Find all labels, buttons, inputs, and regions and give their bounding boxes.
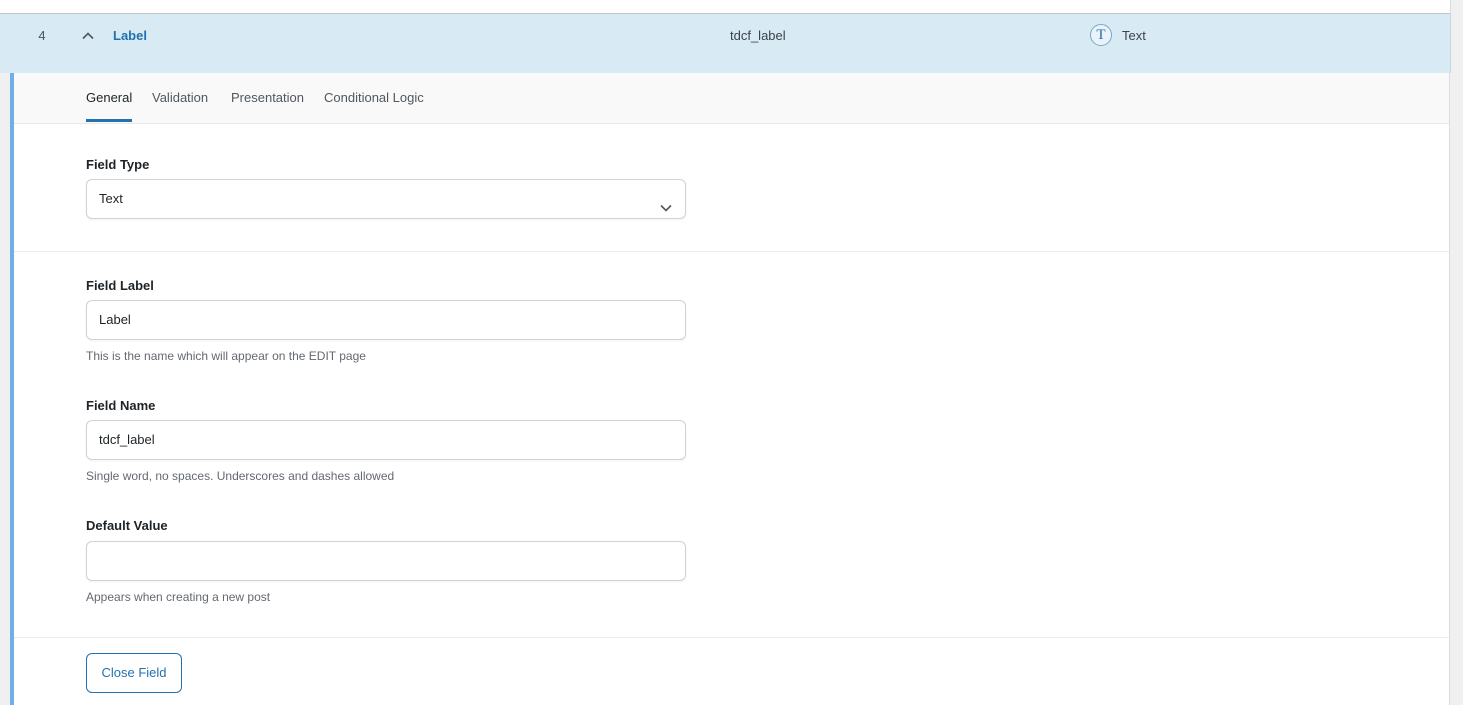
previous-field-row: [0, 0, 1451, 14]
field-name-value: tdcf_label: [730, 28, 786, 43]
chevron-down-icon: [659, 192, 673, 212]
field-type-value: Text: [1122, 28, 1146, 43]
field-label-link[interactable]: Label: [113, 27, 147, 45]
section-divider: [14, 251, 1449, 252]
chevron-up-icon[interactable]: [80, 28, 96, 44]
field-label-label: Field Label: [86, 278, 154, 293]
field-name-help: Single word, no spaces. Underscores and …: [86, 469, 395, 483]
field-label-help: This is the name which will appear on th…: [86, 349, 366, 363]
field-type-label: Field Type: [86, 157, 150, 172]
field-order-number: 4: [38, 28, 46, 43]
tab-general[interactable]: General: [86, 89, 133, 122]
section-divider: [14, 637, 1449, 638]
field-row-header[interactable]: 4 Label tdcf_label T Text: [0, 14, 1451, 73]
field-label-input[interactable]: Label: [86, 300, 686, 340]
tab-validation[interactable]: Validation: [152, 89, 208, 122]
field-settings-panel: General Validation Presentation Conditio…: [10, 73, 1450, 705]
field-name-label: Field Name: [86, 398, 156, 413]
tab-conditional-logic[interactable]: Conditional Logic: [324, 89, 424, 122]
default-value-help: Appears when creating a new post: [86, 590, 271, 604]
close-field-button[interactable]: Close Field: [86, 653, 182, 693]
field-type-selected-value: Text: [99, 191, 123, 206]
default-value-input[interactable]: [86, 541, 686, 581]
settings-tabs: General Validation Presentation Conditio…: [14, 73, 1449, 124]
field-type-select[interactable]: Text: [86, 179, 686, 219]
field-name-input[interactable]: tdcf_label: [86, 420, 686, 460]
tab-presentation[interactable]: Presentation: [231, 89, 304, 122]
default-value-label: Default Value: [86, 518, 168, 533]
text-type-icon: T: [1090, 24, 1112, 46]
